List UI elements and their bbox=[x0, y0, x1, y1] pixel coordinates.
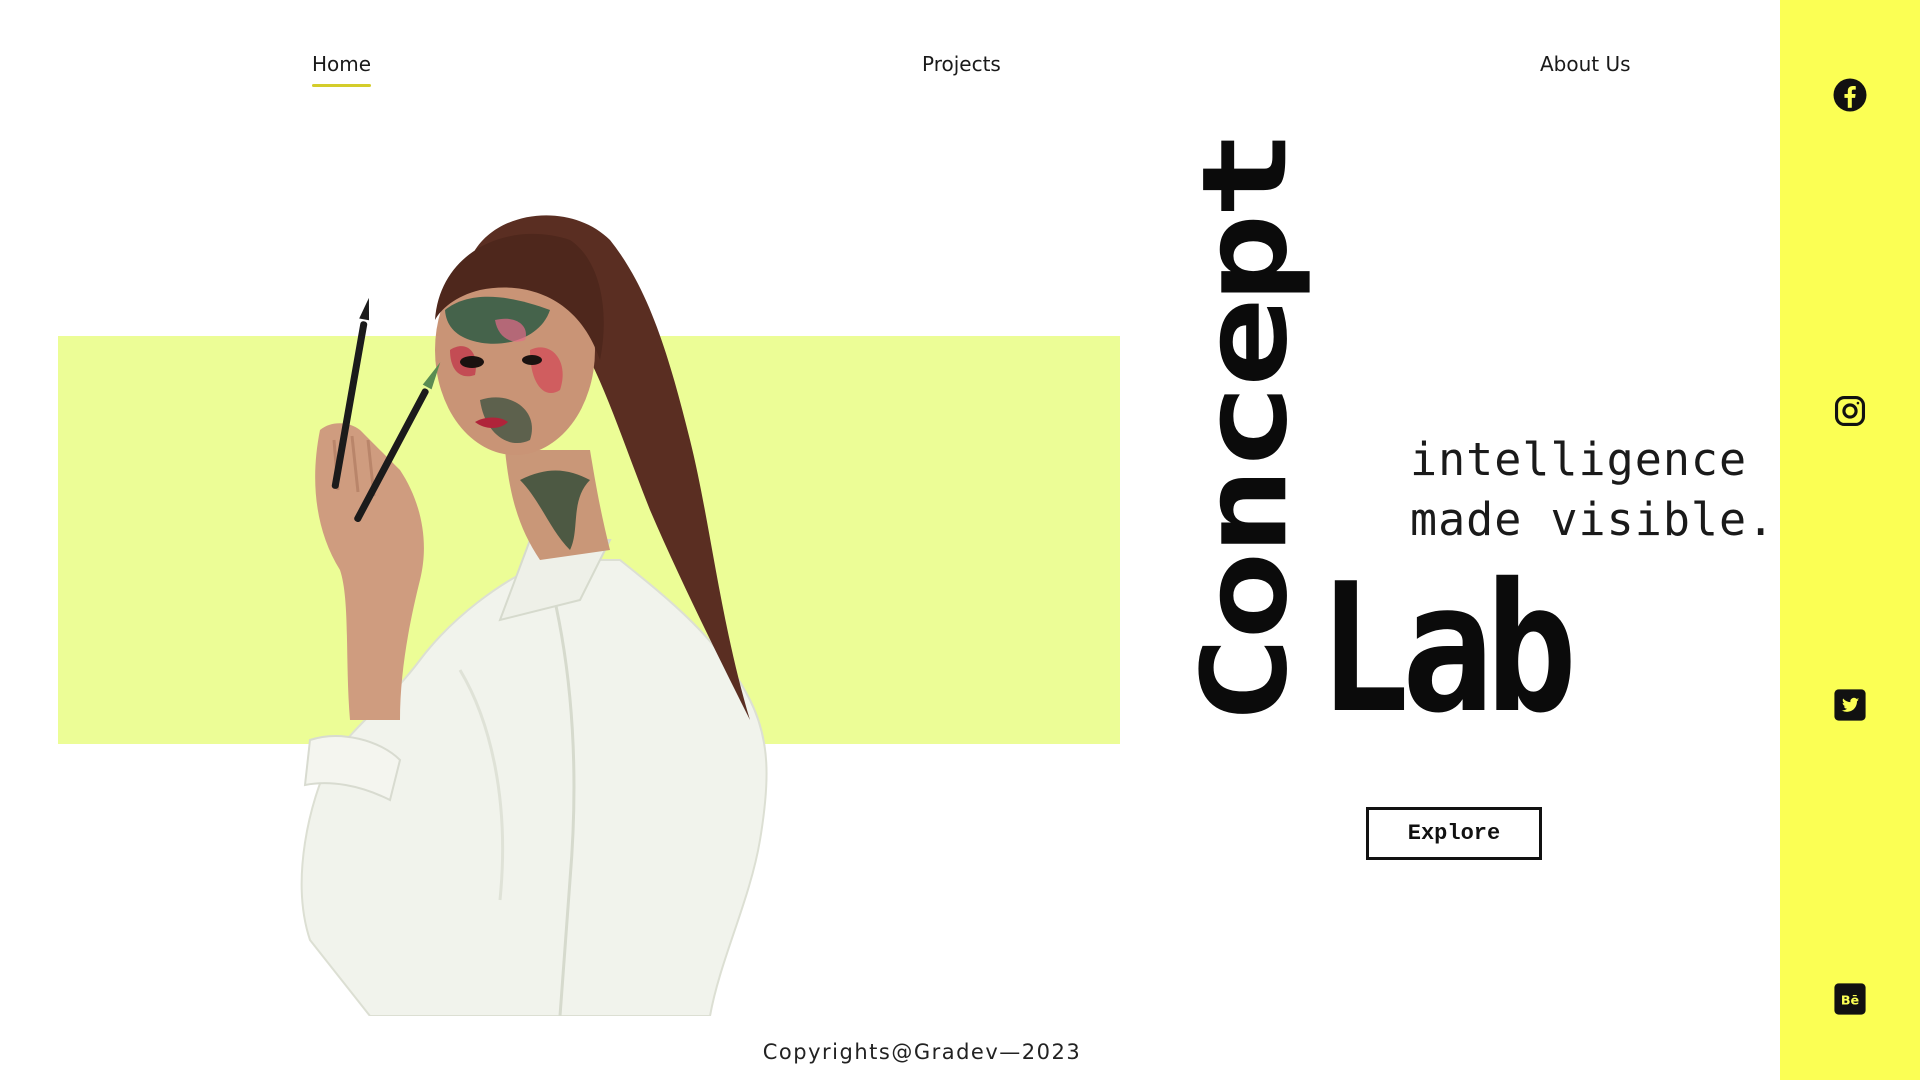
instagram-icon[interactable] bbox=[1831, 392, 1869, 430]
hero-title-lab: Lab bbox=[1318, 545, 1577, 752]
tagline-line-1: intelligence bbox=[1410, 433, 1748, 486]
nav-home-link[interactable]: Home bbox=[312, 52, 372, 87]
hero-title-concept: Concept bbox=[1177, 134, 1314, 725]
active-nav-underline bbox=[312, 84, 372, 87]
nav-home-label: Home bbox=[312, 52, 372, 76]
hero-tagline: intelligence made visible. bbox=[1410, 430, 1775, 550]
explore-button[interactable]: Explore bbox=[1366, 807, 1542, 860]
twitter-icon[interactable] bbox=[1831, 686, 1869, 724]
facebook-icon[interactable] bbox=[1831, 76, 1869, 114]
nav-projects-link[interactable]: Projects bbox=[922, 52, 1001, 76]
social-sidebar: Bē bbox=[1780, 0, 1920, 1080]
svg-text:Bē: Bē bbox=[1841, 994, 1860, 1009]
tagline-line-2: made visible. bbox=[1410, 493, 1776, 546]
nav-about-link[interactable]: About Us bbox=[1540, 52, 1631, 76]
hero-figure-image bbox=[300, 215, 768, 1016]
footer-copyright: Copyrights@Gradev—2023 bbox=[762, 1040, 1082, 1064]
nav-about-label: About Us bbox=[1540, 52, 1631, 76]
top-navigation: Home Projects About Us bbox=[0, 0, 1780, 110]
nav-projects-label: Projects bbox=[922, 52, 1001, 76]
behance-icon[interactable]: Bē bbox=[1831, 980, 1869, 1018]
